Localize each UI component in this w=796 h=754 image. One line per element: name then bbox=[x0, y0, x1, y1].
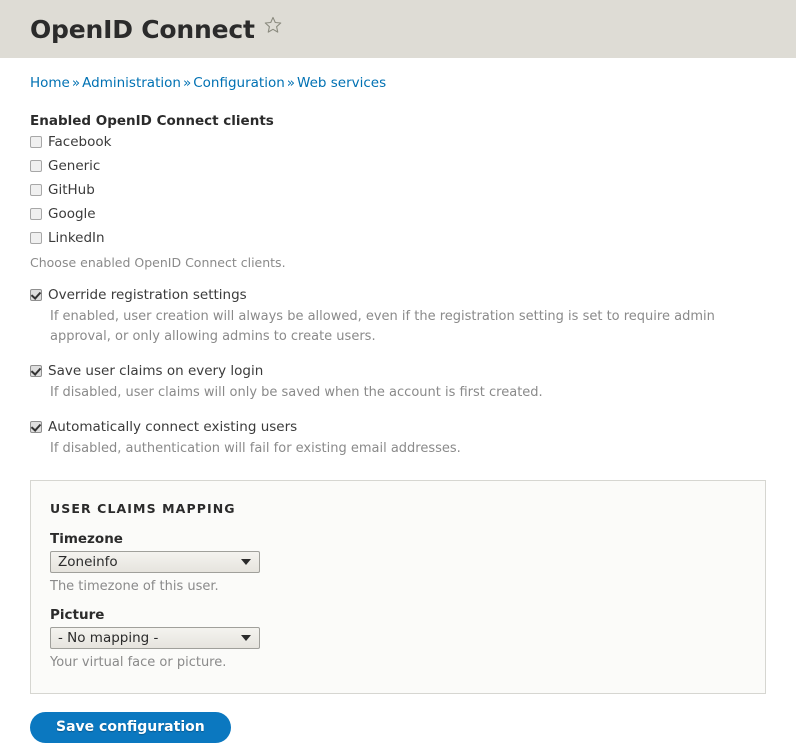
star-outline-icon[interactable] bbox=[264, 16, 282, 38]
checkbox-google[interactable] bbox=[30, 207, 42, 220]
breadcrumb-item-home[interactable]: Home bbox=[30, 75, 70, 91]
field-picture: Picture - No mapping - Your virtual face… bbox=[50, 607, 746, 671]
enabled-clients-description: Choose enabled OpenID Connect clients. bbox=[30, 254, 286, 270]
checkbox-row-linkedin[interactable]: LinkedIn bbox=[30, 229, 766, 247]
checkbox-row-override-registration[interactable]: Override registration settings bbox=[30, 286, 766, 304]
checkbox-auto-connect-existing-users[interactable] bbox=[30, 420, 42, 433]
checkbox-linkedin[interactable] bbox=[30, 231, 42, 244]
field-label-picture: Picture bbox=[50, 606, 105, 623]
checkbox-row-google[interactable]: Google bbox=[30, 205, 766, 223]
page-header: OpenID Connect bbox=[0, 0, 796, 58]
page-title: OpenID Connect bbox=[30, 14, 255, 44]
select-picture[interactable]: - No mapping - bbox=[50, 626, 260, 649]
user-claims-mapping-fieldset: User claims mapping Timezone Zoneinfo Th… bbox=[30, 479, 766, 694]
field-description-timezone: The timezone of this user. bbox=[50, 578, 219, 594]
checkbox-facebook[interactable] bbox=[30, 135, 42, 148]
select-timezone[interactable]: Zoneinfo bbox=[50, 550, 260, 573]
setting-description-auto-connect-existing-users: If disabled, authentication will fail fo… bbox=[50, 440, 461, 456]
checkbox-label-generic: Generic bbox=[48, 157, 101, 174]
checkbox-label-google: Google bbox=[48, 205, 96, 222]
checkbox-label-linkedin: LinkedIn bbox=[48, 229, 105, 246]
checkbox-label-auto-connect-existing-users: Automatically connect existing users bbox=[48, 418, 298, 435]
checkbox-row-save-user-claims[interactable]: Save user claims on every login bbox=[30, 362, 766, 380]
select-value-timezone: Zoneinfo bbox=[58, 553, 118, 570]
enabled-clients-label: Enabled OpenID Connect clients bbox=[30, 112, 274, 129]
breadcrumb-item-configuration[interactable]: Configuration bbox=[193, 75, 285, 91]
field-label-timezone: Timezone bbox=[50, 530, 123, 547]
setting-description-save-user-claims: If disabled, user claims will only be sa… bbox=[50, 384, 543, 400]
checkbox-row-github[interactable]: GitHub bbox=[30, 181, 766, 199]
checkbox-label-facebook: Facebook bbox=[48, 133, 112, 150]
checkbox-row-facebook[interactable]: Facebook bbox=[30, 133, 766, 151]
field-description-picture: Your virtual face or picture. bbox=[50, 654, 227, 670]
breadcrumb-item-web-services[interactable]: Web services bbox=[297, 75, 386, 91]
setting-save-user-claims: Save user claims on every login If disab… bbox=[30, 362, 766, 403]
enabled-clients-list: Facebook Generic GitHub Google LinkedIn bbox=[30, 133, 766, 247]
checkbox-override-registration[interactable] bbox=[30, 288, 42, 301]
checkbox-row-generic[interactable]: Generic bbox=[30, 157, 766, 175]
setting-auto-connect-existing-users: Automatically connect existing users If … bbox=[30, 418, 766, 459]
field-timezone: Timezone Zoneinfo The timezone of this u… bbox=[50, 531, 746, 595]
chevron-down-icon bbox=[241, 558, 251, 565]
checkbox-label-github: GitHub bbox=[48, 181, 95, 198]
select-value-picture: - No mapping - bbox=[58, 629, 159, 646]
breadcrumb-separator: » bbox=[182, 75, 192, 91]
checkbox-row-auto-connect-existing-users[interactable]: Automatically connect existing users bbox=[30, 418, 766, 436]
save-configuration-button[interactable]: Save configuration bbox=[30, 711, 231, 743]
checkbox-label-override-registration: Override registration settings bbox=[48, 286, 247, 303]
breadcrumb: Home» Administration» Configuration» Web se… bbox=[30, 75, 766, 91]
checkbox-generic[interactable] bbox=[30, 159, 42, 172]
setting-description-override-registration: If enabled, user creation will always be… bbox=[50, 308, 715, 344]
form-actions: Save configuration bbox=[30, 711, 766, 743]
page-content: Home» Administration» Configuration» Web se… bbox=[0, 75, 796, 743]
breadcrumb-item-administration[interactable]: Administration bbox=[82, 75, 181, 91]
checkbox-save-user-claims[interactable] bbox=[30, 364, 42, 377]
breadcrumb-separator: » bbox=[71, 75, 81, 91]
chevron-down-icon bbox=[241, 634, 251, 641]
setting-override-registration: Override registration settings If enable… bbox=[30, 286, 766, 347]
checkbox-label-save-user-claims: Save user claims on every login bbox=[48, 362, 264, 379]
breadcrumb-separator: » bbox=[286, 75, 296, 91]
user-claims-mapping-legend: User claims mapping bbox=[50, 500, 236, 516]
checkbox-github[interactable] bbox=[30, 183, 42, 196]
